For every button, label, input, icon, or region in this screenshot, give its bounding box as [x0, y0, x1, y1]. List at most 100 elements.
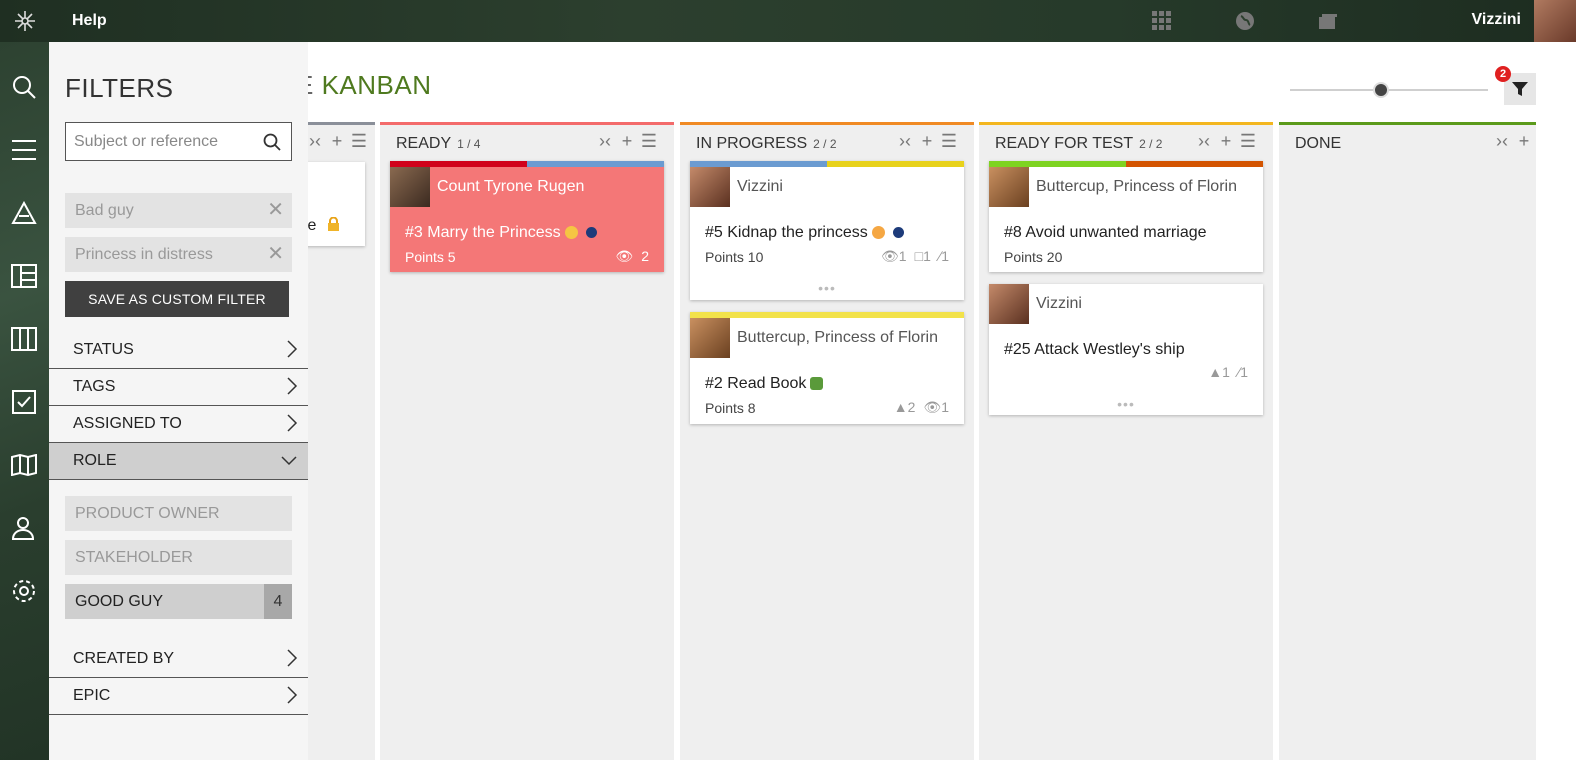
filter-category-created-by[interactable]: CREATED BY: [49, 641, 308, 678]
watchers-icon: 👁︎1: [923, 399, 949, 415]
card-subject: #3 Marry the Princess: [405, 224, 597, 242]
filter-search[interactable]: [65, 122, 292, 161]
kanban-icon[interactable]: [9, 324, 39, 354]
search-icon[interactable]: [9, 72, 39, 102]
card-tags: [989, 161, 1263, 167]
filter-category-tags[interactable]: TAGS: [49, 369, 308, 406]
card-owner: Vizzini: [1036, 295, 1082, 312]
user-avatar[interactable]: [1534, 0, 1576, 42]
issues-icon[interactable]: [9, 387, 39, 417]
card-more-icon[interactable]: •••: [989, 396, 1263, 412]
bulk-add-icon[interactable]: ☰: [640, 131, 658, 152]
save-custom-filter-button[interactable]: SAVE AS CUSTOM FILTER: [65, 281, 289, 317]
card[interactable]: Vizzini #25 Attack Westley's ship ▲1 ∕1 …: [989, 284, 1263, 415]
projects-icon[interactable]: [1316, 9, 1340, 33]
card-subject: #5 Kidnap the princess: [705, 224, 904, 242]
column-actions: ›‹ + ☰: [1195, 131, 1257, 152]
card-tags: [690, 161, 964, 167]
bulk-add-icon[interactable]: ☰: [350, 131, 368, 152]
column-actions: ›‹ + ☰: [306, 131, 368, 152]
votes-icon: ▲2: [893, 399, 916, 415]
card-more-icon[interactable]: •••: [690, 280, 964, 296]
filters-title: FILTERS: [65, 73, 174, 103]
add-icon[interactable]: +: [1515, 131, 1533, 152]
add-icon[interactable]: +: [328, 131, 346, 152]
globe-icon[interactable]: [1233, 9, 1257, 33]
search-input[interactable]: [66, 123, 256, 161]
role-option[interactable]: PRODUCT OWNER: [65, 496, 292, 531]
team-icon[interactable]: [9, 513, 39, 543]
role-option[interactable]: GOOD GUY 4: [65, 584, 292, 619]
add-icon[interactable]: +: [1217, 131, 1235, 152]
remove-filter-icon[interactable]: ✕: [267, 200, 284, 220]
chevron-right-icon: [287, 649, 298, 667]
help-link[interactable]: Help: [72, 12, 107, 30]
card-points: Points 20: [1004, 249, 1063, 265]
add-icon[interactable]: +: [618, 131, 636, 152]
column-title: READY FOR TEST 2 / 2: [995, 135, 1163, 152]
card[interactable]: Buttercup, Princess of Florin #8 Avoid u…: [989, 161, 1263, 272]
role-option[interactable]: STAKEHOLDER: [65, 540, 292, 575]
card[interactable]: Vizzini #5 Kidnap the princess Points 10…: [690, 161, 964, 300]
princess-emoji-icon: [564, 226, 578, 240]
column-title: IN PROGRESS 2 / 2: [696, 135, 837, 152]
collapse-icon[interactable]: ›‹: [596, 131, 614, 152]
filter-category-assigned-to[interactable]: ASSIGNED TO: [49, 406, 308, 443]
card-owner: Vizzini: [737, 178, 783, 195]
collapse-icon[interactable]: ›‹: [896, 131, 914, 152]
apps-grid-icon[interactable]: [1150, 9, 1174, 33]
bulk-add-icon[interactable]: ☰: [1239, 131, 1257, 152]
collapse-icon[interactable]: ›‹: [1493, 131, 1511, 152]
chevron-down-icon: [281, 456, 297, 466]
search-icon[interactable]: [263, 133, 281, 151]
card-avatar: [690, 167, 730, 207]
card-owner: Buttercup, Princess of Florin: [737, 329, 938, 346]
column-color-bar: [680, 122, 974, 125]
filter-category-role[interactable]: ROLE: [49, 443, 308, 480]
card-points: Points 8: [705, 400, 756, 416]
sprints-icon[interactable]: [9, 261, 39, 291]
backlog-icon[interactable]: [9, 135, 39, 165]
card-avatar: [989, 167, 1029, 207]
column-color-bar: [979, 122, 1273, 125]
column-count: 1 / 4: [457, 137, 481, 151]
card-avatar: [390, 167, 430, 207]
card[interactable]: Buttercup, Princess of Florin #2 Read Bo…: [690, 312, 964, 424]
card-tags: [390, 161, 664, 167]
user-name[interactable]: Vizzini: [1472, 11, 1522, 29]
chevron-right-icon: [287, 414, 298, 432]
column-count: 2 / 2: [1139, 137, 1163, 151]
app-logo-icon[interactable]: [0, 0, 49, 42]
collapse-icon[interactable]: ›‹: [306, 131, 324, 152]
zoom-slider-handle[interactable]: [1373, 82, 1390, 98]
column-actions: ›‹ + ☰: [896, 131, 958, 152]
settings-icon[interactable]: [9, 576, 39, 606]
card-subject: #2 Read Book: [705, 375, 824, 393]
attachments-icon: ∕1: [938, 248, 949, 264]
attachments-icon: ∕1: [1237, 364, 1248, 380]
princess-emoji-icon: [871, 226, 885, 240]
top-bar: Help Vizzini: [0, 0, 1576, 42]
card-meta: 👁︎1 □1 ∕1: [881, 248, 949, 265]
card-subject: #8 Avoid unwanted marriage: [1004, 224, 1207, 241]
left-nav: [0, 42, 49, 760]
filter-category-status[interactable]: STATUS: [49, 332, 308, 369]
card[interactable]: Count Tyrone Rugen #3 Marry the Princess…: [390, 161, 664, 272]
column-title: READY 1 / 4: [396, 135, 481, 152]
column-color-bar: [1279, 122, 1536, 125]
kanban-column-ready-for-test: READY FOR TEST 2 / 2 ›‹ + ☰ Buttercup, Prin…: [979, 122, 1273, 760]
collapse-icon[interactable]: ›‹: [1195, 131, 1213, 152]
column-title: DONE: [1295, 135, 1342, 152]
chevron-right-icon: [287, 340, 298, 358]
wiki-icon[interactable]: [9, 450, 39, 480]
remove-filter-icon[interactable]: ✕: [267, 244, 284, 264]
card-owner: Buttercup, Princess of Florin: [1036, 178, 1237, 195]
filter-category-epic[interactable]: EPIC: [49, 678, 308, 715]
card-avatar: [989, 284, 1029, 324]
column-color-bar: [380, 122, 674, 125]
bulk-add-icon[interactable]: ☰: [940, 131, 958, 152]
add-icon[interactable]: +: [918, 131, 936, 152]
epics-icon[interactable]: [9, 198, 39, 228]
card-points: Points 10: [705, 249, 764, 265]
card-meta: ▲2 👁︎1: [894, 399, 949, 416]
